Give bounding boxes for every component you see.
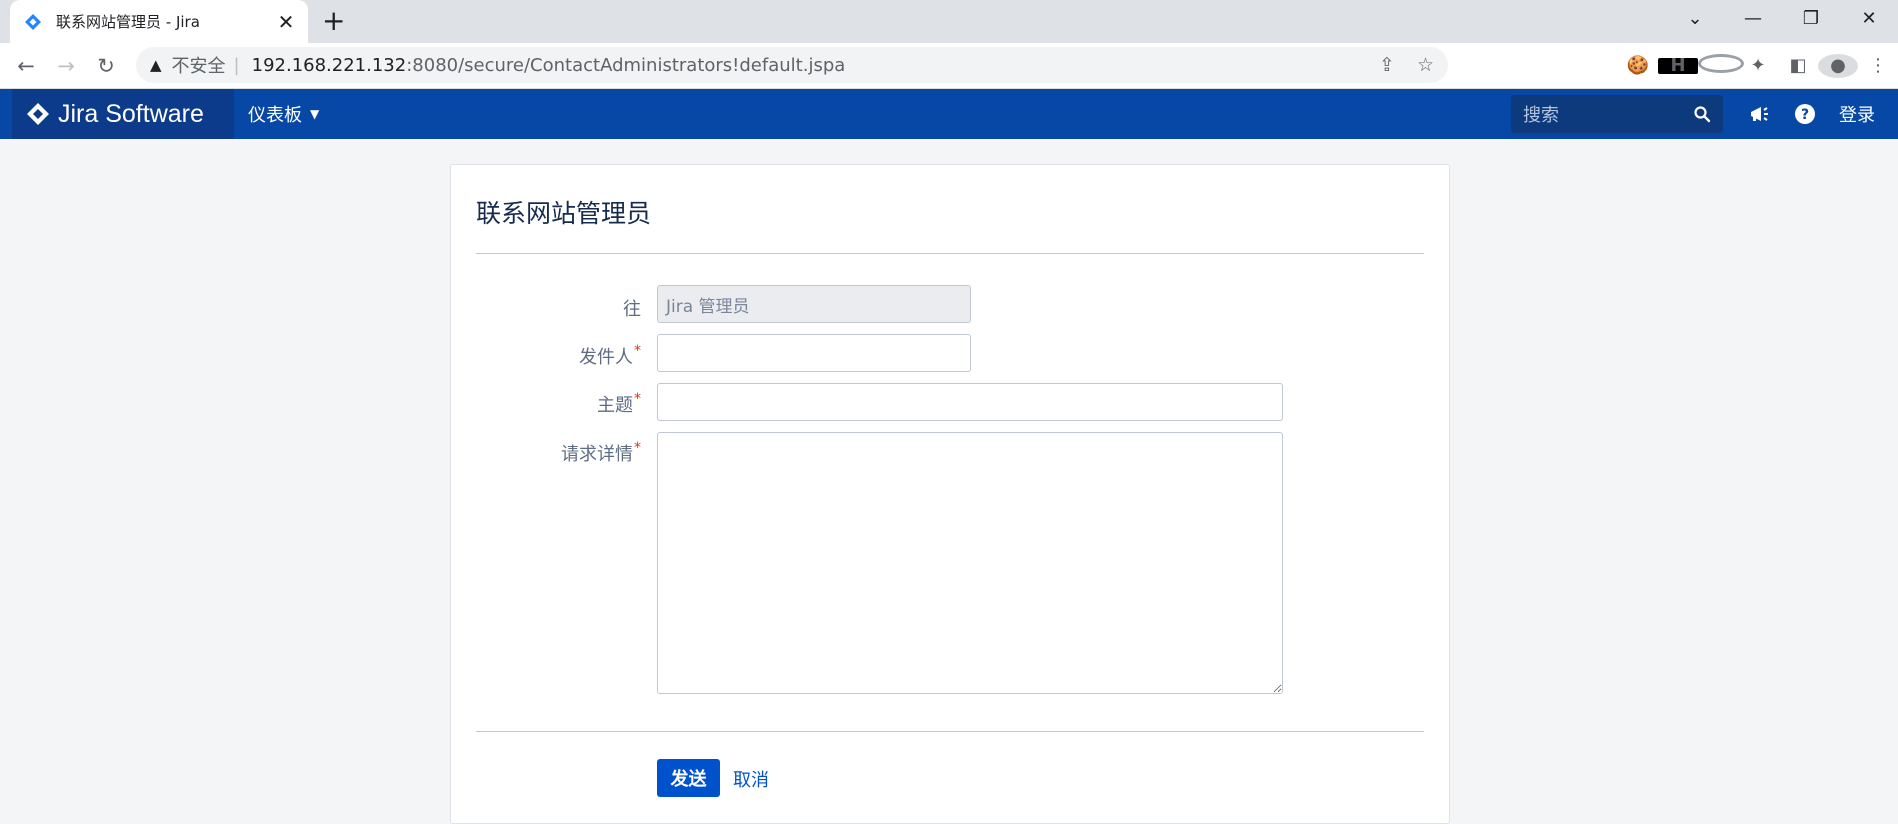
jira-favicon-icon (25, 13, 41, 30)
cancel-link[interactable]: 取消 (733, 766, 769, 792)
megaphone-icon[interactable] (1747, 102, 1771, 126)
required-asterisk: * (634, 391, 641, 407)
help-icon[interactable]: ? (1793, 102, 1817, 126)
window-controls: ⌄ — ❐ ✕ (1666, 0, 1898, 36)
side-panel-icon[interactable]: ◧ (1778, 55, 1818, 76)
to-label: 往 (623, 299, 641, 320)
required-asterisk: * (634, 343, 641, 359)
contact-admin-panel: 联系网站管理员 往 Jira 管理员 发件人* 主题* 请求详情* 发送 取消 (450, 164, 1450, 824)
search-icon[interactable] (1693, 105, 1711, 123)
chevron-down-icon: ▼ (310, 107, 320, 121)
back-arrow-icon[interactable]: ← (6, 54, 46, 78)
forward-arrow-icon[interactable]: → (46, 54, 86, 78)
from-label: 发件人* (579, 343, 641, 368)
insecure-label[interactable]: 不安全 (172, 52, 226, 78)
share-icon[interactable]: ⇪ (1379, 54, 1395, 76)
tab-close-icon[interactable]: ✕ (276, 10, 296, 34)
send-button[interactable]: 发送 (657, 759, 720, 797)
required-asterisk: * (634, 440, 641, 456)
extensions-area: 🍪 H ✦ ◧ ● ⋮ (1618, 43, 1898, 88)
actions-divider (476, 731, 1424, 732)
subject-label: 主题* (597, 391, 641, 416)
restore-icon[interactable]: ❐ (1782, 8, 1840, 29)
address-separator: | (233, 54, 240, 76)
jira-diamond-icon (27, 103, 49, 125)
browser-menu-icon[interactable]: ⋮ (1858, 55, 1898, 76)
title-divider (476, 253, 1424, 254)
omnibox-actions: ⇪ ☆ (1379, 47, 1434, 83)
warning-triangle-icon[interactable]: ▲ (150, 56, 162, 74)
minimize-icon[interactable]: — (1724, 8, 1782, 29)
from-input[interactable] (657, 334, 971, 372)
dashboard-menu-label: 仪表板 (248, 105, 302, 126)
svg-text:?: ? (1801, 107, 1809, 123)
search-placeholder: 搜索 (1523, 105, 1559, 126)
subject-input[interactable] (657, 383, 1283, 421)
details-label: 请求详情* (561, 440, 641, 465)
tab-search-icon[interactable]: ⌄ (1666, 8, 1724, 29)
url-host[interactable]: 192.168.221.132 (252, 55, 407, 76)
login-link[interactable]: 登录 (1839, 101, 1875, 127)
profile-avatar-icon[interactable]: ● (1818, 53, 1858, 78)
to-field: Jira 管理员 (657, 285, 971, 323)
to-value: Jira 管理员 (666, 296, 750, 317)
bookmark-star-icon[interactable]: ☆ (1417, 54, 1434, 76)
page-title: 联系网站管理员 (476, 199, 652, 228)
jira-header: Jira Software 仪表板 ▼ 搜索 ? 登录 (0, 89, 1898, 139)
search-input[interactable]: 搜索 (1511, 95, 1723, 133)
reload-icon[interactable]: ↻ (86, 54, 126, 78)
details-textarea[interactable] (657, 432, 1283, 694)
browser-tab[interactable]: 联系网站管理员 - Jira ✕ (10, 0, 308, 43)
ring-extension-icon[interactable] (1698, 53, 1744, 78)
browser-tab-title: 联系网站管理员 - Jira (56, 13, 200, 31)
jira-logo[interactable]: Jira Software (12, 89, 234, 139)
h-extension-icon[interactable]: H (1658, 55, 1698, 76)
url-path[interactable]: :8080/secure/ContactAdministrators!defau… (406, 55, 845, 76)
dashboard-menu[interactable]: 仪表板 ▼ (248, 101, 319, 127)
cookie-extension-icon[interactable]: 🍪 (1618, 55, 1658, 76)
new-tab-button[interactable]: + (322, 6, 345, 36)
logo-text: Jira Software (58, 99, 204, 128)
header-right: 搜索 ? 登录 (1511, 89, 1898, 139)
browser-toolbar: ← → ↻ ▲ 不安全 | 192.168.221.132:8080/secur… (0, 43, 1898, 89)
address-bar[interactable]: ▲ 不安全 | 192.168.221.132:8080/secure/Cont… (136, 47, 1448, 83)
browser-tab-bar: 联系网站管理员 - Jira ✕ + ⌄ — ❐ ✕ (0, 0, 1898, 43)
window-close-icon[interactable]: ✕ (1840, 8, 1898, 29)
puzzle-extensions-icon[interactable]: ✦ (1738, 55, 1778, 76)
